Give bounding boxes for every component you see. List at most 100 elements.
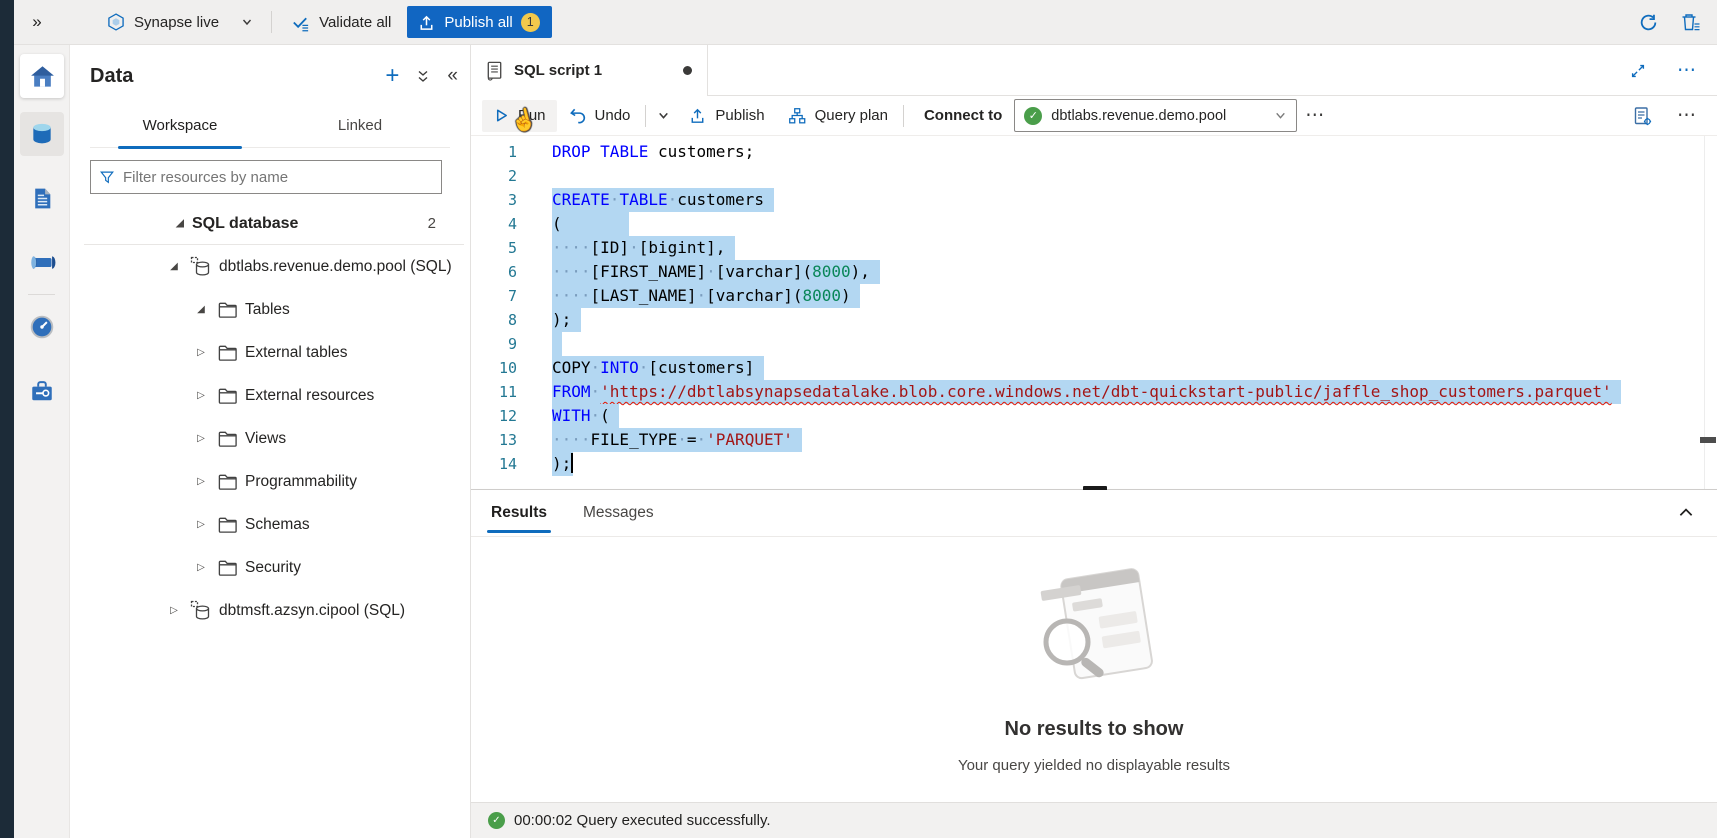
code-line-11[interactable]: 11FROM·'https://dbtlabsynapsedatalake.bl…: [471, 380, 1717, 404]
tree-item-external-tables[interactable]: ▷External tables: [70, 331, 470, 374]
database-icon: [190, 256, 212, 278]
code-line-8[interactable]: 8);: [471, 308, 1717, 332]
line-number: 7: [471, 284, 517, 308]
collapsed-triangle-icon[interactable]: ▷: [193, 390, 209, 401]
expanded-triangle-icon[interactable]: ◢: [166, 261, 182, 272]
expanded-triangle-icon[interactable]: ◢: [172, 218, 188, 229]
nav-develop-icon[interactable]: [20, 176, 64, 220]
tree-item-schemas[interactable]: ▷ Schemas: [70, 503, 470, 546]
collapsed-triangle-icon[interactable]: ▷: [193, 562, 209, 573]
collapsed-triangle-icon[interactable]: ▷: [193, 433, 209, 444]
folder-icon: [217, 342, 238, 363]
code-line-7[interactable]: 7····[LAST_NAME]·[varchar](8000): [471, 284, 1717, 308]
no-results-illustration: [1019, 560, 1169, 695]
expand-editor-icon[interactable]: [1627, 60, 1649, 82]
tree-item-label: Views: [245, 430, 286, 448]
folder-icon: [217, 428, 238, 449]
tree-item-security[interactable]: ▷ Security: [70, 546, 470, 589]
code-line-5[interactable]: 5····[ID]·[bigint],: [471, 236, 1717, 260]
code-line-3[interactable]: 3CREATE·TABLE·customers: [471, 188, 1717, 212]
tree-item-programmability[interactable]: ▷Programmability: [70, 460, 470, 503]
tree-item-external-resources[interactable]: ▷External resources: [70, 374, 470, 417]
filter-box[interactable]: [90, 160, 442, 194]
nav-monitor-icon[interactable]: [20, 305, 64, 349]
code-line-13[interactable]: 13····FILE_TYPE·=·'PARQUET': [471, 428, 1717, 452]
tree-item-views[interactable]: ▷ Views: [70, 417, 470, 460]
results-tab-divider: [471, 536, 1717, 537]
collapsed-triangle-icon[interactable]: ▷: [193, 347, 209, 358]
collapsed-triangle-icon[interactable]: ▷: [193, 476, 209, 487]
editor-scrollbar-thumb[interactable]: [1700, 437, 1716, 443]
publish-all-button[interactable]: Publish all 1: [407, 6, 551, 38]
expanded-triangle-icon[interactable]: ◢: [193, 304, 209, 315]
validate-all-button[interactable]: Validate all: [280, 0, 401, 45]
sidebar-tabs: Workspace Linked: [90, 105, 450, 148]
code-line-12[interactable]: 12WITH·(: [471, 404, 1717, 428]
divider: [645, 105, 646, 127]
database-icon: [190, 600, 212, 622]
nav-manage-icon[interactable]: [20, 369, 64, 413]
undo-icon: [568, 106, 587, 125]
tab-messages[interactable]: Messages: [575, 490, 662, 536]
refresh-icon[interactable]: [1636, 10, 1661, 35]
collapse-results-chevron-up-icon[interactable]: [1677, 504, 1695, 522]
sql-code-editor[interactable]: 1DROP TABLE customers;23CREATE·TABLE·cus…: [471, 136, 1717, 489]
collapse-all-icon[interactable]: [416, 69, 430, 84]
nav-home-icon[interactable]: [20, 54, 64, 98]
nav-integrate-icon[interactable]: [20, 240, 64, 284]
chevron-down-icon: [241, 16, 253, 28]
filter-input[interactable]: [123, 169, 433, 186]
publish-button[interactable]: Publish: [677, 100, 775, 132]
tab-sql-script-1[interactable]: SQL script 1: [471, 45, 708, 96]
text-caret: [571, 453, 573, 473]
query-plan-button[interactable]: Query plan: [776, 100, 899, 132]
connected-check-icon: ✓: [1024, 107, 1042, 125]
editor-more-options-icon[interactable]: ⋯: [1669, 104, 1705, 127]
code-line-14[interactable]: 14);: [471, 452, 1717, 476]
synapse-hexagon-icon: [106, 12, 126, 32]
connect-to-pool-select[interactable]: ✓ dbtlabs.revenue.demo.pool: [1014, 99, 1297, 132]
tree-item-sql-database[interactable]: ◢SQL database2: [84, 203, 464, 245]
undo-button[interactable]: Undo: [557, 100, 642, 132]
add-resource-icon[interactable]: +: [385, 66, 399, 86]
run-button[interactable]: Run: [482, 100, 557, 132]
tab-results[interactable]: Results: [483, 490, 555, 536]
folder-icon: [217, 514, 238, 535]
code-line-10[interactable]: 10COPY·INTO·[customers]: [471, 356, 1717, 380]
line-number: 6: [471, 260, 517, 284]
line-number: 14: [471, 452, 517, 476]
expand-sidebar-chevrons-icon[interactable]: »: [14, 12, 60, 32]
tab-workspace[interactable]: Workspace: [90, 105, 270, 148]
code-line-2[interactable]: 2: [471, 164, 1717, 188]
folder-icon: [217, 557, 238, 578]
publish-icon: [688, 106, 707, 125]
line-number: 11: [471, 380, 517, 404]
script-properties-icon[interactable]: [1629, 103, 1655, 129]
status-message: 00:00:02 Query executed successfully.: [514, 812, 771, 829]
tab-linked[interactable]: Linked: [270, 105, 450, 148]
query-statusbar: ✓ 00:00:02 Query executed successfully.: [471, 802, 1717, 838]
line-number: 9: [471, 332, 517, 356]
collapse-panel-icon[interactable]: «: [447, 65, 458, 87]
code-line-9[interactable]: 9: [471, 332, 1717, 356]
discard-all-trash-icon[interactable]: [1677, 9, 1703, 35]
code-line-1[interactable]: 1DROP TABLE customers;: [471, 140, 1717, 164]
tree-item-label: dbtlabs.revenue.demo.pool (SQL): [219, 258, 452, 276]
mode-selector[interactable]: Synapse live: [96, 0, 263, 45]
tree-item-label: Schemas: [245, 516, 310, 534]
tree-item-dbtlabs-revenue-demo-pool-sql[interactable]: ◢ dbtlabs.revenue.demo.pool (SQL): [70, 245, 470, 288]
tree-item-tables[interactable]: ◢Tables: [70, 288, 470, 331]
undo-redo-dropdown-chevron-icon[interactable]: [650, 100, 677, 132]
success-check-icon: ✓: [488, 812, 505, 829]
tree-item-label: Security: [245, 559, 301, 577]
tree-item-dbtmsft-azsyn-cipool-sql[interactable]: ▷dbtmsft.azsyn.cipool (SQL): [70, 589, 470, 632]
toolbar-more-options-icon[interactable]: ⋯: [1297, 104, 1333, 127]
code-line-6[interactable]: 6····[FIRST_NAME]·[varchar](8000),: [471, 260, 1717, 284]
tab-more-options-icon[interactable]: ⋯: [1669, 59, 1705, 82]
collapsed-triangle-icon[interactable]: ▷: [166, 605, 182, 616]
code-line-4[interactable]: 4(: [471, 212, 1717, 236]
nav-data-icon[interactable]: [20, 112, 64, 156]
publish-label: Publish: [715, 107, 764, 124]
play-icon: [493, 107, 510, 124]
collapsed-triangle-icon[interactable]: ▷: [193, 519, 209, 530]
